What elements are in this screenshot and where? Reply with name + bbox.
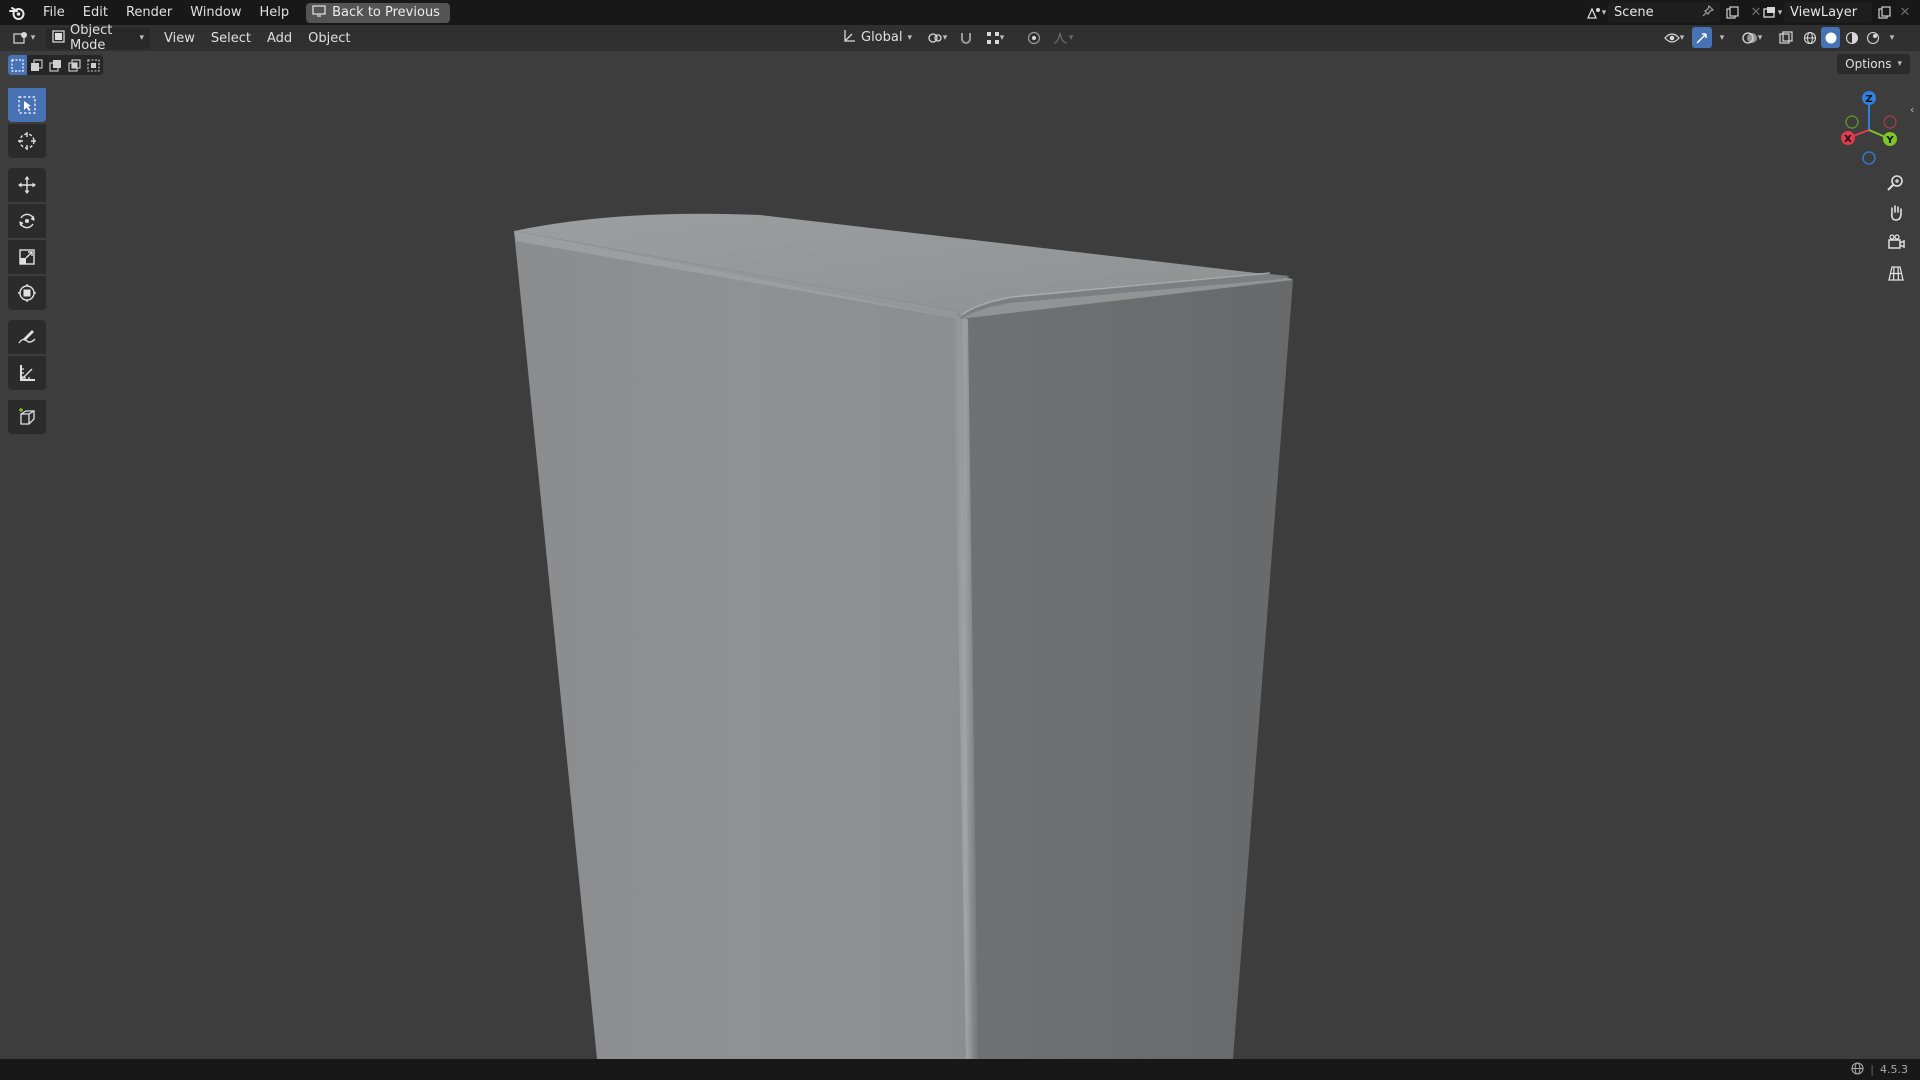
tool-shelf (8, 88, 46, 434)
sidebar-toggle-icon[interactable]: ‹ (1910, 103, 1914, 116)
orientation-icon (842, 29, 856, 47)
pin-icon[interactable] (1702, 4, 1715, 21)
back-to-previous-label: Back to Previous (332, 5, 440, 20)
transform-tool[interactable] (8, 276, 46, 310)
gizmo-options-chevron-icon[interactable]: ▾ (1714, 27, 1730, 48)
status-separator: | (1870, 1063, 1874, 1076)
object-mode-icon (52, 29, 65, 47)
cursor-tool[interactable] (8, 124, 46, 158)
new-scene-icon[interactable] (1720, 2, 1744, 23)
header-menu-select[interactable]: Select (203, 31, 259, 46)
scene-name: Scene (1614, 5, 1654, 20)
mode-label: Object Mode (70, 23, 113, 53)
header-menu-view[interactable]: View (156, 31, 203, 46)
editor-type-icon[interactable]: ▾ (8, 28, 40, 49)
material-preview-icon[interactable] (1842, 27, 1861, 48)
move-tool[interactable] (8, 168, 46, 202)
gizmo-y-label: Y (1885, 135, 1894, 146)
gizmo-toggle-icon[interactable] (1692, 27, 1712, 48)
screen-icon (312, 4, 326, 21)
blender-logo-icon[interactable] (0, 0, 34, 25)
top-bar: File Edit Render Window Help Back to Pre… (0, 0, 1920, 25)
box-mesh[interactable] (0, 51, 1920, 1059)
select-invert-icon[interactable] (65, 55, 84, 75)
visibility-eye-icon[interactable]: ▾ (1658, 27, 1690, 48)
gizmo-x-label: X (1844, 134, 1852, 145)
add-cube-tool[interactable] (8, 400, 46, 434)
header-menu-object[interactable]: Object (300, 31, 358, 46)
scene-name-field[interactable]: Scene (1608, 2, 1720, 23)
menu-help[interactable]: Help (251, 0, 299, 25)
falloff-curve-icon[interactable]: ▾ (1048, 27, 1078, 48)
rendered-shading-icon[interactable] (1863, 27, 1882, 48)
mode-dropdown[interactable]: Object Mode ▾ (46, 23, 150, 53)
zoom-icon[interactable] (1880, 169, 1912, 197)
options-dropdown[interactable]: Options ▾ (1837, 54, 1910, 74)
snap-magnet-icon[interactable] (956, 27, 976, 48)
snap-increment-icon[interactable]: ▾ (980, 27, 1010, 48)
pan-hand-icon[interactable] (1880, 199, 1912, 227)
select-extend-icon[interactable] (27, 55, 46, 75)
options-label: Options (1845, 57, 1892, 71)
new-view-layer-icon[interactable] (1872, 2, 1896, 23)
back-to-previous-button[interactable]: Back to Previous (306, 2, 450, 23)
solid-shading-icon[interactable] (1821, 27, 1840, 48)
transform-orientation-dropdown[interactable]: Global ▾ (836, 27, 918, 48)
view-layer-name: ViewLayer (1790, 5, 1858, 20)
menu-file[interactable]: File (34, 0, 74, 25)
header-menu-add[interactable]: Add (259, 31, 300, 46)
viewport-display-controls: ▾ ▾ ▾ ▾ (1658, 27, 1900, 48)
delete-view-layer-icon[interactable]: ✕ (1896, 2, 1914, 23)
select-new-icon[interactable] (8, 55, 27, 75)
orientation-label: Global (861, 30, 903, 45)
gizmo-z-label: Z (1865, 94, 1872, 105)
wireframe-shading-icon[interactable] (1800, 27, 1819, 48)
gizmo-neg-x-handle[interactable] (1883, 115, 1897, 129)
gizmo-neg-z-handle[interactable] (1862, 151, 1876, 165)
select-intersect-icon[interactable] (84, 55, 103, 75)
rotate-tool[interactable] (8, 204, 46, 238)
annotate-tool[interactable] (8, 320, 46, 354)
chevron-down-icon: ▾ (139, 33, 144, 43)
transform-controls: Global ▾ ▾ ▾ ▾ (836, 27, 1078, 48)
select-subtract-icon[interactable] (46, 55, 65, 75)
xray-toggle-icon[interactable] (1774, 27, 1798, 48)
network-globe-icon[interactable] (1851, 1061, 1864, 1078)
scale-tool[interactable] (8, 240, 46, 274)
blender-version: 4.5.3 (1880, 1063, 1908, 1076)
scene-selector: ▾ Scene ✕ (1584, 2, 1768, 23)
scene-icon[interactable]: ▾ (1584, 2, 1608, 23)
selection-mode-buttons (8, 55, 103, 75)
camera-view-icon[interactable] (1880, 229, 1912, 257)
navigation-gizmo[interactable]: Z X Y (1832, 86, 1912, 166)
pivot-point-icon[interactable]: ▾ (922, 27, 952, 48)
proportional-editing-icon[interactable] (1024, 27, 1044, 48)
view-layer-name-field[interactable]: ViewLayer (1784, 2, 1872, 23)
measure-tool[interactable] (8, 356, 46, 390)
shading-options-chevron-icon[interactable]: ▾ (1884, 27, 1900, 48)
menu-window[interactable]: Window (181, 0, 250, 25)
gizmo-neg-y-handle[interactable] (1845, 115, 1859, 129)
select-box-tool[interactable] (8, 88, 46, 122)
3d-viewport[interactable]: Z X Y ‹ (0, 51, 1920, 1059)
menu-render[interactable]: Render (117, 0, 181, 25)
chevron-down-icon: ▾ (1897, 59, 1902, 69)
overlays-icon[interactable]: ▾ (1736, 27, 1768, 48)
perspective-grid-icon[interactable] (1880, 259, 1912, 287)
menu-edit[interactable]: Edit (74, 0, 117, 25)
view-layer-selector: ▾ ViewLayer ✕ (1760, 2, 1914, 23)
status-bar: | 4.5.3 (0, 1059, 1920, 1080)
viewport-header: ▾ Object Mode ▾ View Select Add Object G… (0, 23, 1920, 53)
view-layer-icon[interactable]: ▾ (1760, 2, 1784, 23)
